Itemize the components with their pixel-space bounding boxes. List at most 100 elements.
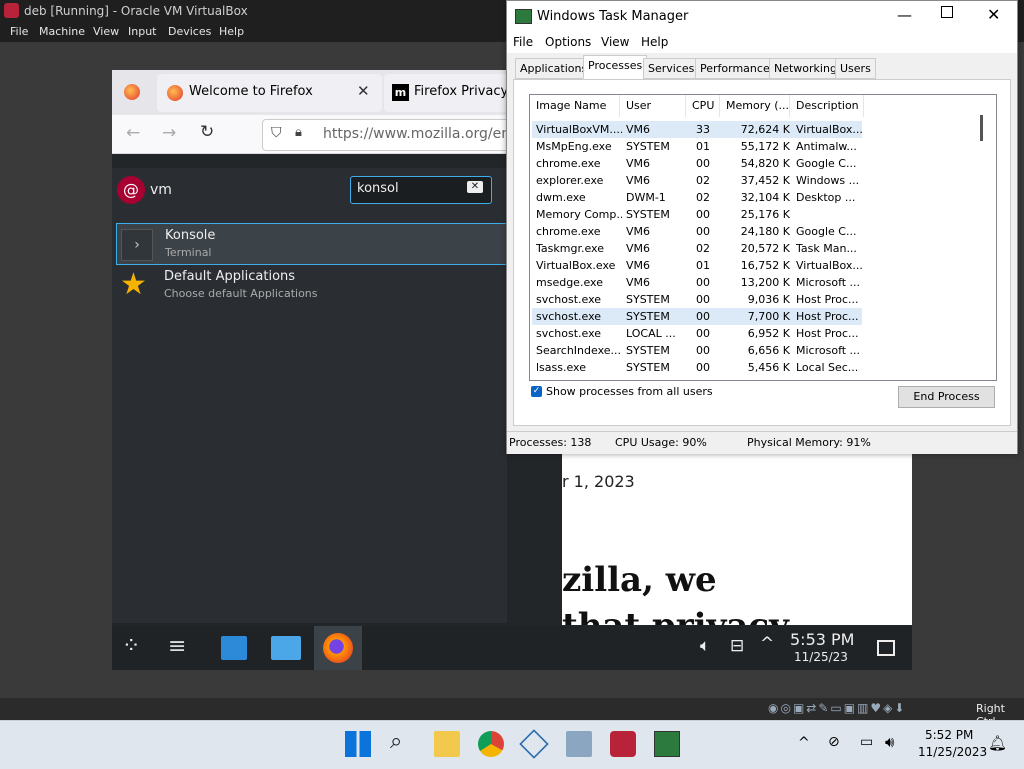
col-description[interactable]: Description [790,95,864,117]
network-icon[interactable]: ⊟ [730,636,744,656]
vbox-vm-icon[interactable] [610,731,636,757]
table-row[interactable]: svchost.exe SYSTEM 00 7,700 K Host Proc... [532,308,862,325]
menu-help[interactable]: Help [219,25,244,38]
task-manager-taskbar-icon[interactable] [654,731,680,757]
table-cell: Local Sec... [796,361,859,374]
col-memory[interactable]: Memory (... [720,95,790,117]
host-clock-date[interactable]: 11/25/2023 [918,745,987,759]
display-icon[interactable]: ▭ [860,734,873,750]
show-all-checkbox[interactable]: ✓ [531,386,542,397]
firefox-taskbar-button[interactable] [314,626,362,670]
table-row[interactable]: chrome.exe VM6 00 24,180 K Google C... [532,223,862,240]
app-launcher-icon[interactable]: ⁘ [122,634,140,659]
tm-menu-options[interactable]: Options [545,35,591,49]
tab-performance[interactable]: Performance [695,58,775,79]
table-cell: Memory Comp... [536,208,622,221]
file-explorer-icon[interactable] [434,731,460,757]
settings-icon[interactable]: ≡ [168,634,186,659]
tab-welcome[interactable]: Welcome to Firefox ✕ [157,74,382,112]
result-subtitle: Terminal [165,246,212,259]
menu-input[interactable]: Input [128,25,156,38]
search-icon[interactable]: ⌕ [390,729,402,754]
col-cpu[interactable]: CPU [686,95,720,117]
table-row[interactable]: svchost.exe SYSTEM 00 9,036 K Host Proc... [532,291,862,308]
tab-networking[interactable]: Networking [769,58,842,79]
tm-menu-view[interactable]: View [601,35,629,49]
table-row[interactable]: Taskmgr.exe VM6 02 20,572 K Task Man... [532,240,862,257]
table-row[interactable]: MsMpEng.exe SYSTEM 01 55,172 K Antimalw... [532,138,862,155]
result-title: Konsole [165,228,216,243]
discover-icon[interactable] [221,636,247,660]
menu-view[interactable]: View [93,25,119,38]
search-query: konsol [357,181,399,196]
scrollbar-thumb[interactable] [980,115,983,141]
firefox-icon[interactable] [124,84,140,100]
table-cell: svchost.exe [536,293,602,306]
shield-icon[interactable]: ⛉ [271,125,282,141]
lock-icon[interactable]: 🔒︎ [295,125,302,140]
chevron-up-icon[interactable]: ^ [760,634,774,654]
table-row[interactable]: lsass.exe SYSTEM 00 5,456 K Local Sec... [532,359,862,376]
menu-devices[interactable]: Devices [168,25,211,38]
close-icon[interactable]: ✕ [987,5,1000,24]
table-row[interactable]: SearchIndexe... SYSTEM 00 6,656 K Microsoft … [532,342,862,359]
show-desktop-icon[interactable] [877,640,895,656]
table-cell: VM6 [626,174,651,187]
url-text: https://www.mozilla.org/en- [323,126,516,142]
windows-start-icon[interactable] [345,731,371,757]
col-image-name[interactable]: Image Name [530,95,620,117]
menu-machine[interactable]: Machine [39,25,85,38]
table-cell: VirtualBox.exe [536,259,616,272]
photos-icon[interactable] [566,731,592,757]
col-user-name[interactable]: User Name [620,95,686,134]
table-row[interactable]: VirtualBox.exe VM6 01 16,752 K VirtualBox... [532,257,863,274]
tab-users[interactable]: Users [835,58,876,79]
tab-privacy[interactable]: m Firefox Privacy [384,74,524,112]
table-cell: VirtualBox... [796,123,863,136]
table-cell: 00 [696,293,710,306]
device-icons[interactable]: ◉◎▣⇄✎▭▣▥♥◈⬇ [768,701,906,715]
virtualbox-cube-icon[interactable] [519,729,549,759]
close-icon[interactable]: ✕ [357,82,370,100]
table-row[interactable]: msedge.exe VM6 00 13,200 K Microsoft ... [532,274,862,291]
tab-applications[interactable]: Applications [515,58,593,79]
table-cell: 00 [696,310,710,323]
maximize-icon[interactable] [941,6,953,18]
table-row[interactable]: VirtualBoxVM.... VM6 33 72,624 K VirtualBox.… [532,121,863,138]
krunner-search-input[interactable]: konsol ✕ [350,176,492,204]
reload-icon[interactable]: ↻ [200,122,214,142]
status-memory: Physical Memory: 91% [747,436,871,449]
chrome-icon[interactable] [478,731,504,757]
table-cell: 00 [696,208,710,221]
table-cell: VM6 [626,242,651,255]
clear-icon[interactable]: ✕ [467,181,483,193]
result-konsole[interactable]: › Konsole Terminal [116,223,509,265]
end-process-button[interactable]: End Process [898,386,995,408]
table-row[interactable]: explorer.exe VM6 02 37,452 K Windows ... [532,172,862,189]
table-row[interactable]: chrome.exe VM6 00 54,820 K Google C... [532,155,862,172]
table-cell: VM6 [626,259,651,272]
guest-clock-time[interactable]: 5:53 PM [790,630,854,649]
volume-icon[interactable]: 🔊︎ [885,733,894,751]
notification-bell-icon[interactable]: 🔔︎ [988,734,1007,752]
files-icon[interactable] [271,636,301,660]
menu-file[interactable]: File [10,25,28,38]
host-clock-time[interactable]: 5:52 PM [925,728,973,742]
forward-icon[interactable]: → [162,123,176,143]
volume-icon[interactable]: 🔈︎ [700,636,710,656]
table-row[interactable]: dwm.exe DWM-1 02 32,104 K Desktop ... [532,189,862,206]
table-row[interactable]: svchost.exe LOCAL ... 00 6,952 K Host Proc..… [532,325,862,342]
back-icon[interactable]: ← [126,123,140,143]
table-cell: 00 [696,344,710,357]
minimize-icon[interactable]: — [897,6,912,24]
tm-menu-help[interactable]: Help [641,35,668,49]
table-row[interactable]: Memory Comp... SYSTEM 00 25,176 K [532,206,862,223]
tab-processes[interactable]: Processes [583,55,648,79]
tm-menu-file[interactable]: File [513,35,533,49]
tab-services[interactable]: Services [643,58,700,79]
guest-clock-date[interactable]: 11/25/23 [794,650,848,664]
result-default-apps[interactable]: ★ Default Applications Choose default Ap… [116,265,507,305]
network-off-icon[interactable]: ⊘ [828,734,840,750]
table-cell: 20,572 K [740,242,790,255]
chevron-up-icon[interactable]: ^ [798,735,810,751]
